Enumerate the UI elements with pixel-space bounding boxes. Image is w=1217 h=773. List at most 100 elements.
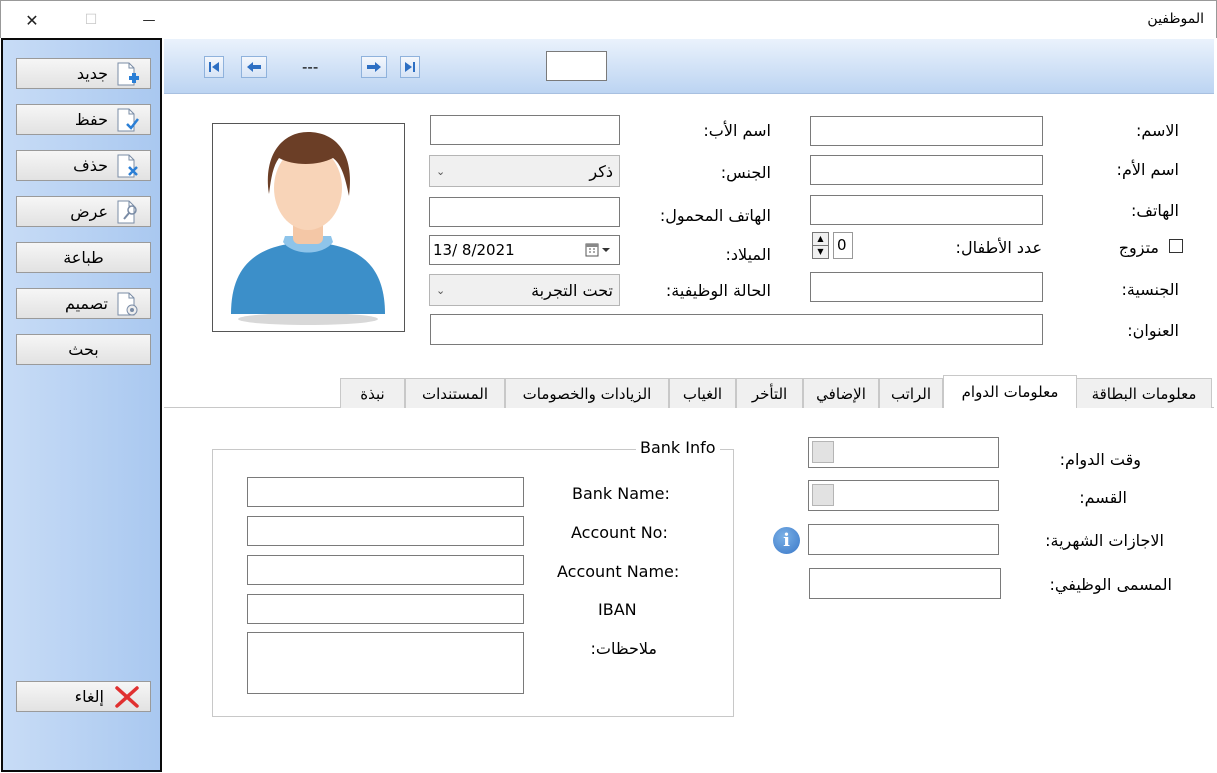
- address-input[interactable]: [430, 314, 1043, 345]
- employee-photo[interactable]: [212, 123, 405, 332]
- maximize-icon[interactable]: ☐: [68, 1, 114, 39]
- tab-overtime[interactable]: الإضافي: [803, 378, 879, 408]
- nationality-label: الجنسية:: [1121, 280, 1179, 299]
- new-button-label: جديد: [76, 64, 108, 83]
- info-icon[interactable]: i: [773, 527, 800, 554]
- view-button-label: عرض: [70, 202, 108, 221]
- iban-label: IBAN: [598, 600, 637, 619]
- delete-document-icon: [114, 153, 140, 179]
- birth-date-label: الميلاد:: [725, 245, 771, 264]
- monthly-leave-input[interactable]: [808, 524, 999, 555]
- design-button-label: تصميم: [64, 294, 108, 313]
- children-count-input[interactable]: 0: [833, 232, 853, 259]
- bank-info-title: Bank Info: [636, 438, 720, 457]
- job-title-label: المسمى الوظيفي:: [1049, 575, 1172, 594]
- search-button-label: بحث: [68, 340, 99, 359]
- title-bar: ✕ ☐ — الموظفين: [0, 0, 1217, 38]
- last-record-icon[interactable]: [400, 56, 420, 78]
- children-count-label: عدد الأطفال:: [955, 238, 1042, 257]
- record-number-input[interactable]: [546, 51, 607, 81]
- children-count-stepper[interactable]: ▲ ▼: [812, 232, 829, 259]
- print-button-label: طباعة: [63, 248, 104, 267]
- calendar-dropdown-icon[interactable]: [585, 241, 613, 259]
- account-no-label: Account No:: [571, 523, 668, 542]
- tab-lateness[interactable]: التأخر: [736, 378, 803, 408]
- gender-label: الجنس:: [720, 163, 771, 182]
- tab-absence[interactable]: الغياب: [669, 378, 736, 408]
- job-status-value: تحت التجربة: [531, 280, 613, 300]
- bank-name-input[interactable]: [247, 477, 524, 507]
- tab-increments-deductions[interactable]: الزيادات والخصومات: [505, 378, 669, 408]
- work-time-lookup[interactable]: [812, 441, 834, 463]
- job-title-input[interactable]: [809, 568, 1001, 599]
- previous-record-icon[interactable]: [241, 56, 267, 78]
- department-input[interactable]: [808, 480, 999, 511]
- cancel-button-label: إلغاء: [74, 687, 104, 706]
- tab-work-info[interactable]: معلومات الدوام: [943, 375, 1077, 408]
- department-lookup[interactable]: [812, 484, 834, 506]
- print-button[interactable]: طباعة: [16, 242, 151, 273]
- monthly-leave-label: الاجازات الشهرية:: [1045, 531, 1164, 550]
- tab-salary[interactable]: الراتب: [879, 378, 943, 408]
- birth-date-value: 13/ 8/2021: [433, 241, 515, 259]
- nationality-input[interactable]: [810, 272, 1043, 302]
- next-record-icon[interactable]: [361, 56, 387, 78]
- mother-name-label: اسم الأم:: [1116, 160, 1179, 179]
- mother-name-input[interactable]: [810, 155, 1043, 185]
- design-button[interactable]: تصميم: [16, 288, 151, 319]
- account-no-input[interactable]: [247, 516, 524, 546]
- tab-documents[interactable]: المستندات: [405, 378, 505, 408]
- new-button[interactable]: جديد: [16, 58, 151, 89]
- window-title: الموظفين: [1147, 11, 1204, 27]
- record-indicator: ---: [302, 58, 319, 76]
- notes-label: ملاحظات:: [590, 639, 657, 658]
- gender-value: ذكر: [589, 161, 613, 181]
- navigation-bar: [164, 39, 1214, 94]
- cancel-x-icon: [114, 684, 140, 710]
- stepper-up-icon[interactable]: ▲: [813, 233, 828, 246]
- view-document-icon: [114, 199, 140, 225]
- chevron-down-icon: ⌄: [436, 164, 446, 178]
- first-record-icon[interactable]: [204, 56, 224, 78]
- command-panel: [1, 38, 162, 772]
- department-label: القسم:: [1079, 488, 1127, 507]
- job-status-label: الحالة الوظيفية:: [665, 281, 771, 300]
- save-document-icon: [114, 107, 140, 133]
- work-time-input[interactable]: [808, 437, 999, 468]
- gender-dropdown[interactable]: ⌄ ذكر: [429, 155, 620, 187]
- iban-input[interactable]: [247, 594, 524, 624]
- account-name-input[interactable]: [247, 555, 524, 585]
- tab-summary[interactable]: نبذة: [340, 378, 405, 408]
- tab-card-info[interactable]: معلومات البطاقة: [1076, 378, 1212, 408]
- chevron-down-icon: ⌄: [436, 283, 446, 297]
- cancel-button[interactable]: إلغاء: [16, 681, 151, 712]
- mobile-label: الهاتف المحمول:: [659, 206, 771, 225]
- mobile-input[interactable]: [429, 197, 620, 227]
- father-name-input[interactable]: [430, 115, 620, 145]
- married-checkbox[interactable]: [1169, 239, 1183, 253]
- delete-button-label: حذف: [73, 156, 108, 175]
- address-label: العنوان:: [1127, 321, 1179, 340]
- stepper-down-icon[interactable]: ▼: [813, 246, 828, 258]
- name-label: الاسم:: [1135, 121, 1179, 140]
- phone-label: الهاتف:: [1131, 201, 1179, 220]
- avatar-icon: [231, 132, 385, 325]
- view-button[interactable]: عرض: [16, 196, 151, 227]
- work-time-label: وقت الدوام:: [1059, 450, 1141, 469]
- name-input[interactable]: [810, 116, 1043, 146]
- notes-textarea[interactable]: [247, 632, 524, 694]
- bank-name-label: Bank Name:: [572, 484, 670, 503]
- save-button[interactable]: حفظ: [16, 104, 151, 135]
- job-status-dropdown[interactable]: ⌄ تحت التجربة: [429, 274, 620, 306]
- close-icon[interactable]: ✕: [9, 1, 55, 39]
- search-button[interactable]: بحث: [16, 334, 151, 365]
- phone-input[interactable]: [810, 195, 1043, 225]
- account-name-label: Account Name:: [557, 562, 680, 581]
- father-name-label: اسم الأب:: [703, 121, 771, 140]
- married-label: متزوج: [1118, 238, 1159, 257]
- save-button-label: حفظ: [74, 110, 108, 129]
- new-document-icon: [114, 61, 140, 87]
- minimize-icon[interactable]: —: [126, 1, 172, 39]
- delete-button[interactable]: حذف: [16, 150, 151, 181]
- design-document-icon: [114, 291, 140, 317]
